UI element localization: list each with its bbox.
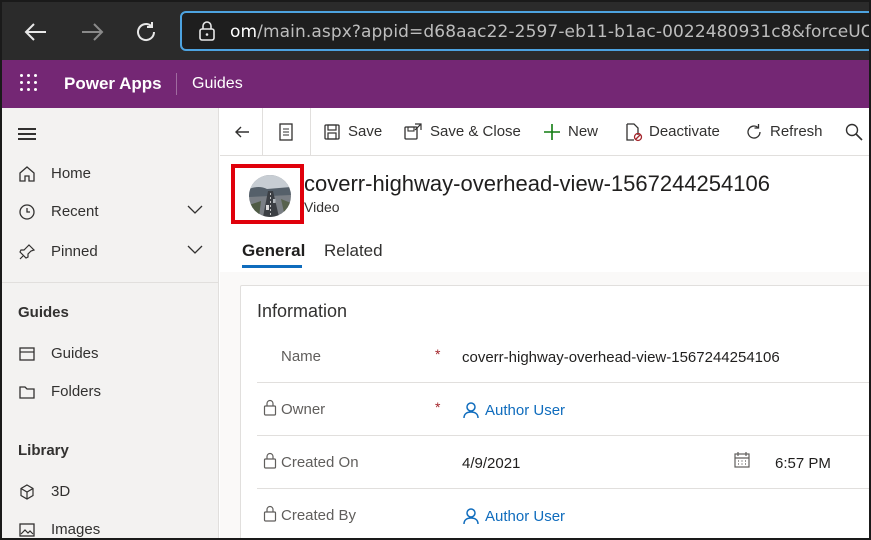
- name-label: Name: [281, 348, 322, 365]
- name-field[interactable]: coverr-highway-overhead-view-15672442541…: [462, 349, 780, 366]
- sidebar-item-label: Images: [51, 521, 101, 538]
- new-button[interactable]: New: [542, 108, 602, 156]
- back-button[interactable]: [232, 108, 252, 156]
- sidebar-item-guides[interactable]: Guides: [2, 336, 219, 372]
- header-separator: [176, 73, 177, 95]
- sidebar-item-folders[interactable]: Folders: [2, 374, 219, 410]
- sidebar-item-recent[interactable]: Recent: [2, 194, 219, 230]
- command-bar: Save Save & Close New Deactivate Refresh: [220, 108, 869, 156]
- refresh-label: Refresh: [770, 123, 823, 140]
- created-on-date: 4/9/2021: [462, 455, 521, 472]
- record-image-highlight: [231, 164, 304, 224]
- deactivate-icon: [623, 122, 643, 142]
- url-path: /main.aspx?appid=d68aac22-2597-eb11-b1ac…: [257, 22, 871, 42]
- address-url: om/main.aspx?appid=d68aac22-2597-eb11-b1…: [230, 22, 871, 42]
- home-icon: [18, 165, 36, 183]
- sidebar-item-label: Recent: [51, 203, 99, 220]
- app-launcher-icon[interactable]: [20, 74, 40, 94]
- save-and-close-button[interactable]: Save & Close: [403, 108, 521, 156]
- person-icon: [462, 401, 480, 419]
- created-by-label: Created By: [281, 507, 357, 524]
- search-button[interactable]: [844, 108, 868, 156]
- plus-icon: [542, 122, 562, 142]
- record-header: coverr-highway-overhead-view-15672442541…: [220, 157, 869, 272]
- app-name[interactable]: Power Apps: [64, 74, 162, 94]
- section-title: Information: [257, 301, 348, 321]
- record-entity-type: Video: [304, 199, 340, 215]
- deactivate-button[interactable]: Deactivate: [623, 108, 727, 156]
- required-indicator: *: [435, 399, 441, 415]
- person-icon: [462, 507, 480, 525]
- field-row-owner: Owner * Author User: [257, 383, 869, 436]
- created-on-time: 6:57 PM: [775, 455, 831, 472]
- save-close-icon: [403, 122, 423, 142]
- hamburger-menu-icon[interactable]: [18, 128, 36, 140]
- save-label: Save: [348, 123, 383, 140]
- record-thumbnail[interactable]: [249, 175, 291, 217]
- save-and-close-label: Save & Close: [430, 123, 521, 140]
- owner-label: Owner: [281, 401, 326, 418]
- forward-arrow-icon[interactable]: [74, 14, 110, 50]
- sidebar-group-guides-title: Guides: [18, 304, 69, 321]
- sidebar-item-3d[interactable]: 3D: [2, 474, 219, 510]
- sidebar-item-label: Guides: [51, 345, 99, 362]
- deactivate-label: Deactivate: [649, 123, 720, 140]
- new-label: New: [568, 123, 599, 140]
- reload-icon[interactable]: [128, 14, 164, 50]
- image-icon: [18, 521, 36, 538]
- calendar-icon: [733, 451, 751, 469]
- owner-link[interactable]: Author User: [485, 402, 565, 419]
- tab-general[interactable]: General: [242, 241, 305, 261]
- created-by-link[interactable]: Author User: [485, 508, 565, 525]
- chevron-down-icon[interactable]: [186, 240, 204, 258]
- lock-icon[interactable]: [198, 21, 216, 41]
- sitemap-sidebar: Home Recent Pinned Guides Guides Folders…: [2, 108, 219, 538]
- back-arrow-icon: [232, 122, 252, 142]
- folder-icon: [18, 383, 36, 401]
- sidebar-item-pinned[interactable]: Pinned: [2, 234, 219, 270]
- chevron-down-icon[interactable]: [186, 200, 204, 218]
- required-indicator: *: [435, 346, 441, 362]
- refresh-button[interactable]: Refresh: [744, 108, 823, 156]
- main-content: coverr-highway-overhead-view-15672442541…: [220, 157, 869, 538]
- field-row-created-on: Created On 4/9/2021 6:57 PM: [257, 436, 869, 489]
- save-button[interactable]: Save: [322, 108, 386, 156]
- command-separator: [310, 108, 311, 156]
- sidebar-item-label: 3D: [51, 483, 71, 500]
- clock-icon: [18, 203, 36, 221]
- tab-related[interactable]: Related: [324, 241, 383, 261]
- document-icon: [276, 122, 296, 142]
- sidebar-item-label: Home: [51, 165, 92, 182]
- lock-icon: [263, 399, 277, 416]
- sidebar-item-images[interactable]: Images: [2, 512, 219, 538]
- address-bar[interactable]: om/main.aspx?appid=d68aac22-2597-eb11-b1…: [180, 11, 871, 51]
- sidebar-item-home[interactable]: Home: [2, 156, 219, 192]
- sidebar-divider: [2, 282, 219, 283]
- active-tab-indicator: [242, 265, 302, 268]
- app-header: Power Apps Guides: [2, 60, 869, 108]
- screen-frame: om/main.aspx?appid=d68aac22-2597-eb11-b1…: [0, 0, 871, 540]
- created-on-label: Created On: [281, 454, 359, 471]
- information-section: Information Name * coverr-highway-overhe…: [240, 285, 869, 538]
- url-domain: om: [230, 22, 258, 42]
- field-row-created-by: Created By Author User: [257, 489, 869, 538]
- cube-icon: [18, 483, 36, 501]
- field-row-name: Name * coverr-highway-overhead-view-1567…: [257, 330, 869, 383]
- back-arrow-icon[interactable]: [18, 14, 54, 50]
- refresh-icon: [744, 122, 764, 142]
- pin-icon: [18, 243, 36, 261]
- browser-toolbar: om/main.aspx?appid=d68aac22-2597-eb11-b1…: [2, 2, 871, 60]
- record-title: coverr-highway-overhead-view-15672442541…: [304, 171, 770, 196]
- lock-icon: [263, 452, 277, 469]
- command-separator: [262, 108, 263, 156]
- sidebar-item-label: Pinned: [51, 243, 98, 260]
- search-icon: [844, 122, 864, 142]
- app-section-title[interactable]: Guides: [192, 75, 243, 93]
- form-selector-button[interactable]: [276, 108, 296, 156]
- sidebar-group-library-title: Library: [18, 442, 69, 459]
- guide-icon: [18, 345, 36, 363]
- save-icon: [322, 122, 342, 142]
- sidebar-item-label: Folders: [51, 383, 102, 400]
- lock-icon: [263, 505, 277, 522]
